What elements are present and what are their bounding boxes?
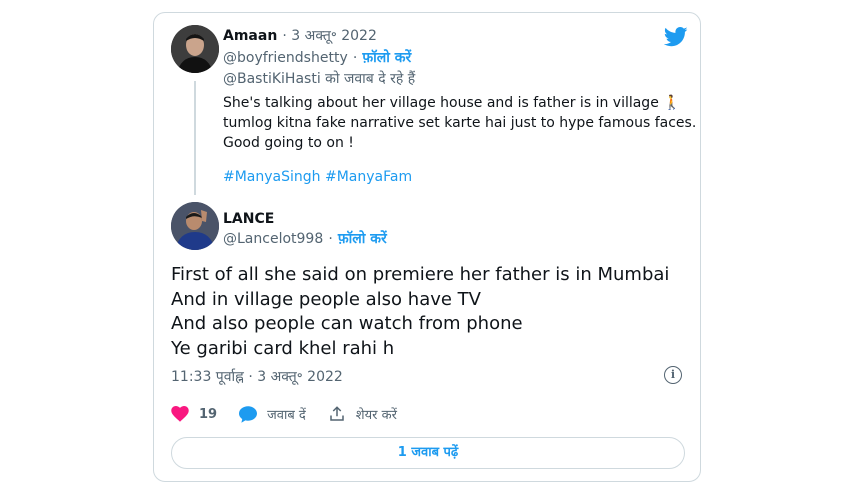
- main-tweet-text: First of all she said on premiere her fa…: [171, 263, 669, 361]
- parent-tweet-date[interactable]: · 3 अक्तू॰ 2022: [282, 28, 376, 44]
- main-author-name[interactable]: LANCE: [223, 211, 274, 227]
- avatar-amaan[interactable]: [171, 25, 219, 73]
- reply-bubble-icon: [239, 405, 258, 423]
- main-tweet-line: And in village people also have TV: [171, 288, 481, 310]
- reply-button[interactable]: जवाब दें: [239, 405, 306, 423]
- main-tweet-line: And also people can watch from phone: [171, 313, 523, 334]
- twitter-logo-icon[interactable]: [664, 27, 688, 47]
- parent-author-name[interactable]: Amaan: [223, 28, 277, 44]
- parent-tweet-line: tumlog kitna fake narrative set karte ha…: [223, 115, 697, 131]
- like-count: 19: [199, 406, 218, 422]
- tweet-timestamp[interactable]: 11:33 पूर्वाह्न · 3 अक्तू॰ 2022: [171, 367, 343, 386]
- embedded-tweet-card: Amaan · 3 अक्तू॰ 2022 @boyfriendshetty ·…: [153, 12, 701, 482]
- follow-button-lance[interactable]: फ़ॉलो करें: [338, 231, 387, 247]
- parent-tweet-text: She's talking about her village house an…: [223, 93, 696, 187]
- thread-connector-line: [194, 81, 196, 195]
- main-author-handle[interactable]: @Lancelot998: [223, 231, 323, 247]
- main-tweet-line: Ye garibi card khel rahi h: [171, 337, 395, 359]
- parent-tweet-line: Good going to on !: [223, 135, 354, 151]
- avatar-lance[interactable]: [171, 202, 219, 250]
- share-label: शेयर करें: [355, 408, 397, 423]
- share-icon: [330, 406, 344, 421]
- heart-icon: [171, 406, 189, 422]
- separator-dot: ·: [328, 231, 333, 247]
- hashtags-link[interactable]: #ManyaSingh #ManyaFam: [223, 167, 696, 187]
- read-replies-button[interactable]: 1 जवाब पढ़ें: [171, 437, 685, 469]
- action-bar: 19 जवाब दें शेयर करें: [171, 405, 419, 423]
- share-button[interactable]: शेयर करें: [328, 405, 397, 423]
- parent-tweet-line: She's talking about her village house an…: [223, 95, 681, 111]
- like-button[interactable]: 19: [171, 406, 217, 422]
- separator-dot: ·: [352, 50, 358, 66]
- reply-label: जवाब दें: [267, 408, 306, 423]
- follow-button-amaan[interactable]: फ़ॉलो करें: [362, 50, 411, 66]
- main-tweet-line: First of all she said on premiere her fa…: [171, 264, 670, 285]
- info-icon[interactable]: i: [664, 366, 682, 384]
- replying-to-text[interactable]: @BastiKiHasti को जवाब दे रहे हैं: [223, 69, 415, 88]
- parent-author-handle[interactable]: @boyfriendshetty: [223, 50, 348, 66]
